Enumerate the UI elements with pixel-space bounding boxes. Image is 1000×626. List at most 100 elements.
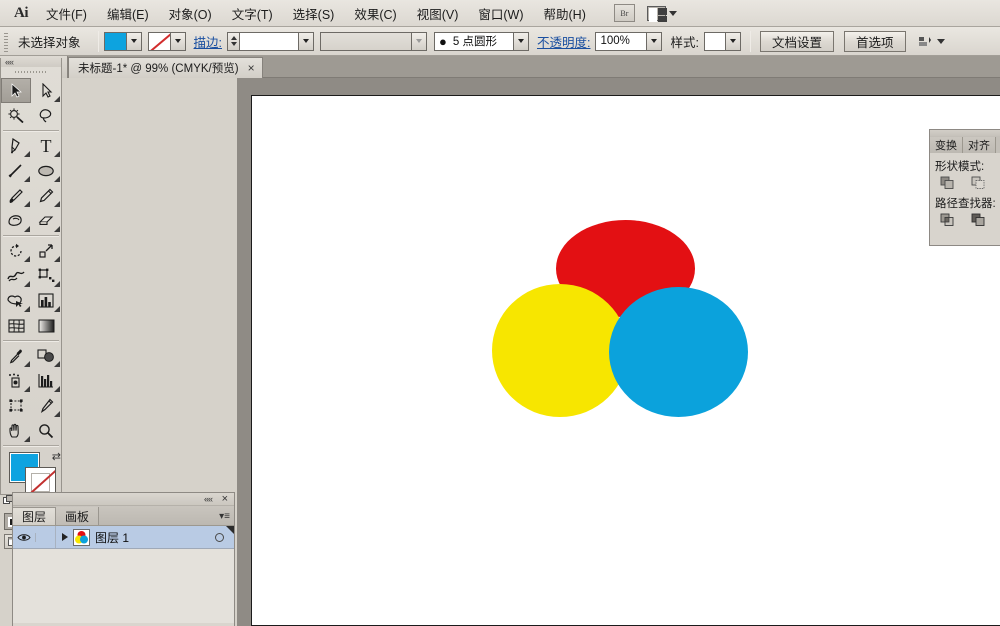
paintbrush-tool[interactable] [1,183,31,208]
pen-tool[interactable] [1,133,31,158]
direct-selection-tool[interactable] [31,78,61,103]
menu-file[interactable]: 文件(F) [36,0,97,27]
layer-lock-toggle[interactable] [36,526,56,548]
ellipse-tool[interactable] [31,158,61,183]
brush-definition-control[interactable]: ● 5 点圆形 [434,31,529,51]
menu-select[interactable]: 选择(S) [283,0,345,27]
stroke-weight-input[interactable] [239,31,299,51]
gradient-tool[interactable] [31,313,61,338]
stroke-color-swatch[interactable] [147,31,171,51]
bridge-icon[interactable]: Br [613,4,635,22]
eraser-tool[interactable] [31,208,61,233]
tab-layers[interactable]: 图层 [13,507,57,525]
artboard[interactable] [251,95,1000,626]
flyout-indicator-icon [24,306,30,312]
selection-tool[interactable] [1,78,31,103]
eyedropper-tool[interactable] [1,343,31,368]
stroke-weight-label[interactable]: 描边: [194,32,222,51]
column-graph-tool[interactable] [31,288,61,313]
graphic-style-swatch[interactable] [703,31,726,51]
slice-tool[interactable] [31,393,61,418]
opacity-control[interactable]: 100% [595,31,663,51]
line-segment-tool[interactable] [1,158,31,183]
graphic-style-control[interactable] [703,31,741,51]
stroke-color-control[interactable] [147,31,186,51]
layers-panel-titlebar[interactable]: «« × [13,493,234,506]
control-bar-grip[interactable] [2,30,11,52]
opacity-input[interactable]: 100% [595,31,648,51]
stroke-weight-stepper[interactable] [227,31,239,51]
fill-color-swatch[interactable] [103,31,127,51]
menu-view[interactable]: 视图(V) [407,0,469,27]
symbol-sprayer-tool[interactable] [1,368,31,393]
menu-object[interactable]: 对象(O) [159,0,222,27]
layer-expand-toggle[interactable] [56,533,73,541]
flyout-indicator-icon [24,361,30,367]
arrange-documents-button[interactable] [646,5,677,22]
table-row[interactable]: 图层 1 [13,526,234,549]
hand-tool[interactable] [1,418,31,443]
warp-tool[interactable] [1,263,31,288]
menu-effect[interactable]: 效果(C) [344,0,406,27]
stroke-weight-control[interactable] [227,31,314,51]
magic-wand-tool[interactable] [1,103,31,128]
opacity-label[interactable]: 不透明度: [537,32,590,51]
layer-visibility-toggle[interactable] [13,532,36,542]
swap-fill-stroke-icon[interactable]: ⇄ [52,450,61,463]
menu-type[interactable]: 文字(T) [222,0,283,27]
blob-brush-tool[interactable] [1,208,31,233]
preferences-button[interactable]: 首选项 [843,30,906,52]
close-icon[interactable]: × [248,62,255,74]
zoom-tool[interactable] [31,418,61,443]
artboard-tool[interactable] [1,393,31,418]
blue-circle[interactable] [609,287,748,417]
yellow-circle[interactable] [492,284,628,417]
menu-bar-right-tools: Br [613,4,677,22]
graphic-style-dropdown[interactable] [725,31,741,51]
tab-artboards[interactable]: 画板 [56,507,100,525]
layer-name-label[interactable]: 图层 1 [95,529,204,546]
fill-color-control[interactable] [103,31,142,51]
toolbox-grip[interactable] [1,67,61,76]
canvas-area[interactable] [237,78,1000,626]
close-icon[interactable]: × [222,493,228,506]
panel-menu-icon[interactable]: ▾≡ [219,511,230,522]
unite-button[interactable] [940,176,955,190]
brush-definition-dropdown[interactable] [514,31,529,51]
opacity-dropdown[interactable] [647,31,663,51]
stroke-color-dropdown[interactable] [170,31,186,51]
stroke-profile-dropdown[interactable] [412,31,427,51]
menu-edit[interactable]: 编辑(E) [97,0,159,27]
brush-definition-input[interactable]: ● 5 点圆形 [434,31,514,51]
tab-align[interactable]: 对齐 [963,137,996,153]
trim-button[interactable] [971,213,986,227]
shape-builder-tool[interactable] [1,288,31,313]
collapse-panel-icon[interactable]: «« [204,493,213,506]
menu-window[interactable]: 窗口(W) [468,0,533,27]
target-circle-icon [214,532,224,542]
type-tool[interactable]: T [31,133,61,158]
scale-tool[interactable] [31,238,61,263]
tab-transform[interactable]: 变换 [930,137,963,153]
control-bar-overflow-button[interactable] [918,34,945,49]
free-transform-tool[interactable] [31,263,61,288]
stroke-profile-control[interactable] [320,31,427,51]
rotate-tool[interactable] [1,238,31,263]
flyout-indicator-icon [54,306,60,312]
document-setup-button[interactable]: 文档设置 [759,30,834,52]
pencil-tool[interactable] [31,183,61,208]
menu-help[interactable]: 帮助(H) [534,0,596,27]
bar-graph-tool[interactable] [31,368,61,393]
layers-list[interactable]: 图层 1 [13,525,234,623]
mesh-tool[interactable] [1,313,31,338]
collapse-panel-icon[interactable]: «« [5,58,14,67]
lasso-tool[interactable] [31,103,61,128]
fill-color-dropdown[interactable] [126,31,142,51]
blend-tool[interactable] [31,343,61,368]
stroke-profile-input[interactable] [320,31,412,51]
divide-button[interactable] [940,213,955,227]
document-tab[interactable]: 未标题-1* @ 99% (CMYK/预览) × [68,57,263,78]
stroke-weight-dropdown[interactable] [299,31,314,51]
minus-front-button[interactable] [971,176,986,190]
flyout-indicator-icon [24,176,30,182]
